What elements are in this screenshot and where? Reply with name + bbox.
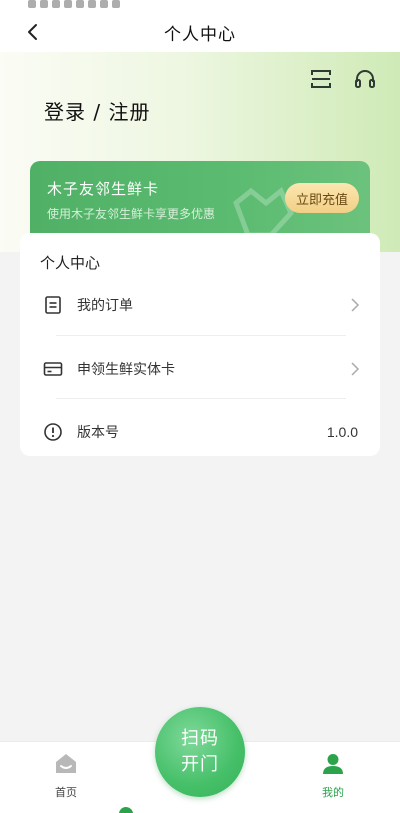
version-value: 1.0.0 bbox=[326, 424, 358, 440]
back-button[interactable] bbox=[20, 20, 44, 44]
version-label: 版本号 bbox=[77, 425, 119, 441]
panel-title: 个人中心 bbox=[40, 254, 101, 272]
chevron-right-icon bbox=[351, 298, 360, 312]
my-orders-label: 我的订单 bbox=[77, 298, 133, 314]
recharge-button[interactable]: 立即充值 bbox=[285, 183, 359, 213]
chevron-right-icon bbox=[351, 362, 360, 376]
scan-icon[interactable] bbox=[310, 68, 332, 90]
card-icon bbox=[43, 362, 63, 376]
document-icon bbox=[45, 296, 61, 314]
tab-home[interactable]: 首页 bbox=[26, 742, 106, 813]
home-icon bbox=[56, 754, 76, 773]
scan-button-line1: 扫码 bbox=[181, 728, 219, 749]
apply-card-label: 申领生鲜实体卡 bbox=[77, 362, 175, 378]
scan-button-line2: 开门 bbox=[181, 754, 219, 775]
tab-home-label: 首页 bbox=[55, 786, 77, 799]
my-orders-item[interactable]: 我的订单 bbox=[20, 285, 380, 325]
version-item: 版本号 1.0.0 bbox=[20, 412, 380, 452]
card-title: 木子友邻生鲜卡 bbox=[47, 180, 160, 198]
status-bar bbox=[0, 0, 400, 12]
membership-card: 木子友邻生鲜卡 使用木子友邻生鲜卡享更多优惠 立即充值 bbox=[30, 161, 370, 241]
tab-me-label: 我的 bbox=[322, 786, 344, 799]
headset-icon[interactable] bbox=[354, 68, 376, 90]
header-actions bbox=[310, 68, 376, 90]
info-icon bbox=[44, 423, 62, 441]
divider bbox=[56, 335, 346, 336]
personal-center-panel: 个人中心 我的订单 申领生鲜实体卡 版本号 1.0.0 bbox=[20, 233, 380, 456]
scan-open-door-button[interactable]: 扫码 开门 bbox=[155, 707, 245, 797]
status-icons bbox=[28, 0, 120, 10]
tab-me[interactable]: 我的 bbox=[293, 742, 373, 813]
chevron-left-icon bbox=[28, 24, 37, 40]
nav-bar: 个人中心 bbox=[0, 12, 400, 52]
login-register-link[interactable]: 登录 / 注册 bbox=[44, 96, 150, 125]
divider bbox=[56, 398, 346, 399]
apply-card-item[interactable]: 申领生鲜实体卡 bbox=[20, 349, 380, 389]
card-subtitle: 使用木子友邻生鲜卡享更多优惠 bbox=[47, 207, 216, 221]
page-title: 个人中心 bbox=[164, 24, 236, 45]
user-icon bbox=[323, 754, 343, 774]
